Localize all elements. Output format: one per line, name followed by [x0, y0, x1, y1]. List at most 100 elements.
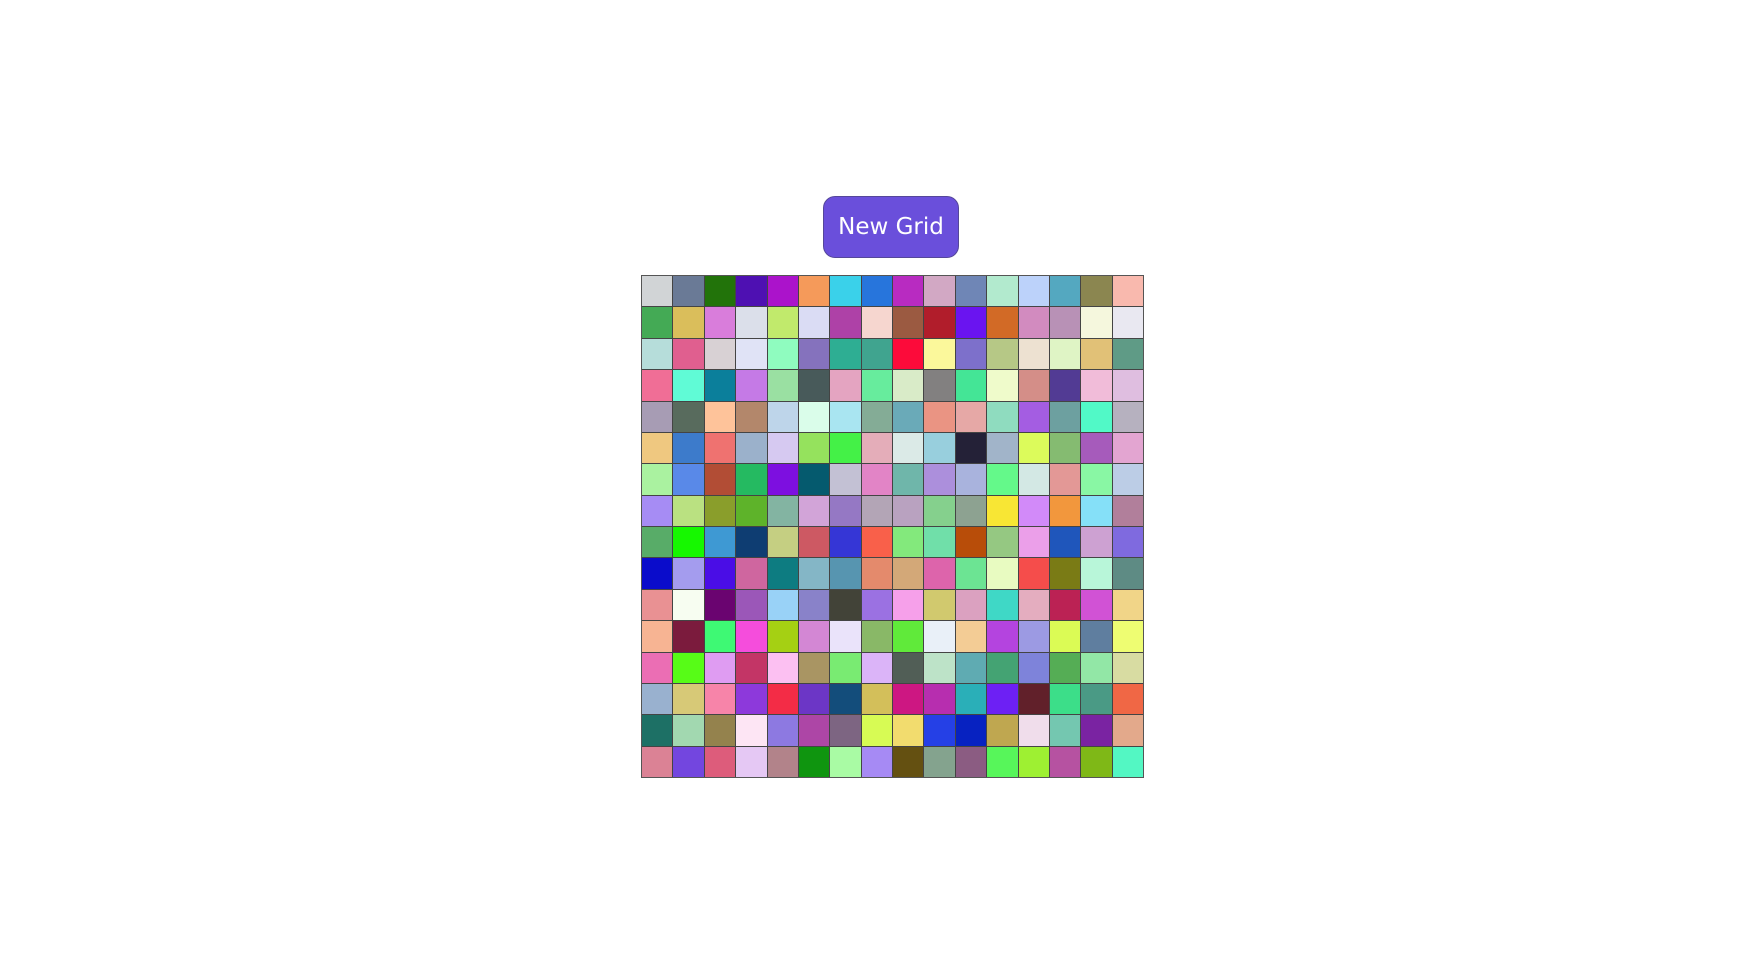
grid-cell[interactable]: [830, 432, 861, 464]
grid-cell[interactable]: [673, 683, 704, 715]
grid-cell[interactable]: [1081, 558, 1112, 589]
grid-cell[interactable]: [673, 715, 704, 746]
grid-cell[interactable]: [924, 307, 955, 338]
grid-cell[interactable]: [987, 621, 1018, 652]
grid-cell[interactable]: [798, 589, 830, 621]
grid-cell[interactable]: [987, 307, 1018, 338]
grid-cell[interactable]: [830, 746, 861, 777]
grid-cell[interactable]: [1018, 652, 1049, 683]
grid-cell[interactable]: [830, 621, 861, 652]
grid-cell[interactable]: [861, 338, 892, 370]
grid-cell[interactable]: [642, 464, 673, 495]
grid-cell[interactable]: [893, 558, 924, 589]
grid-cell[interactable]: [673, 307, 704, 338]
grid-cell[interactable]: [767, 527, 798, 558]
grid-cell[interactable]: [1081, 307, 1112, 338]
grid-cell[interactable]: [1081, 370, 1112, 401]
grid-cell[interactable]: [924, 432, 955, 464]
grid-cell[interactable]: [642, 432, 673, 464]
grid-cell[interactable]: [736, 652, 767, 683]
grid-cell[interactable]: [736, 495, 767, 526]
grid-cell[interactable]: [1018, 558, 1049, 589]
grid-cell[interactable]: [924, 683, 955, 715]
grid-cell[interactable]: [1081, 715, 1112, 746]
grid-cell[interactable]: [893, 746, 924, 777]
grid-cell[interactable]: [830, 589, 861, 621]
grid-cell[interactable]: [642, 715, 673, 746]
grid-cell[interactable]: [987, 464, 1018, 495]
grid-cell[interactable]: [704, 652, 736, 683]
grid-cell[interactable]: [987, 401, 1018, 432]
grid-cell[interactable]: [798, 401, 830, 432]
grid-cell[interactable]: [736, 338, 767, 370]
grid-cell[interactable]: [1112, 432, 1143, 464]
grid-cell[interactable]: [767, 432, 798, 464]
grid-cell[interactable]: [830, 401, 861, 432]
grid-cell[interactable]: [1018, 527, 1049, 558]
grid-cell[interactable]: [924, 401, 955, 432]
grid-cell[interactable]: [798, 432, 830, 464]
grid-cell[interactable]: [830, 338, 861, 370]
grid-cell[interactable]: [924, 276, 955, 307]
grid-cell[interactable]: [704, 621, 736, 652]
grid-cell[interactable]: [1112, 307, 1143, 338]
grid-cell[interactable]: [861, 715, 892, 746]
grid-cell[interactable]: [955, 307, 987, 338]
grid-cell[interactable]: [673, 558, 704, 589]
grid-cell[interactable]: [673, 276, 704, 307]
grid-cell[interactable]: [767, 589, 798, 621]
grid-cell[interactable]: [924, 527, 955, 558]
grid-cell[interactable]: [798, 715, 830, 746]
grid-cell[interactable]: [924, 746, 955, 777]
grid-cell[interactable]: [924, 652, 955, 683]
grid-cell[interactable]: [642, 338, 673, 370]
grid-cell[interactable]: [1018, 683, 1049, 715]
grid-cell[interactable]: [1112, 338, 1143, 370]
grid-cell[interactable]: [1112, 495, 1143, 526]
grid-cell[interactable]: [893, 276, 924, 307]
grid-cell[interactable]: [987, 276, 1018, 307]
grid-cell[interactable]: [1081, 621, 1112, 652]
grid-cell[interactable]: [673, 527, 704, 558]
grid-cell[interactable]: [1081, 401, 1112, 432]
grid-cell[interactable]: [736, 527, 767, 558]
grid-cell[interactable]: [1049, 276, 1081, 307]
grid-cell[interactable]: [642, 495, 673, 526]
grid-cell[interactable]: [893, 432, 924, 464]
grid-cell[interactable]: [1018, 307, 1049, 338]
grid-cell[interactable]: [767, 652, 798, 683]
grid-cell[interactable]: [893, 307, 924, 338]
grid-cell[interactable]: [1112, 527, 1143, 558]
grid-cell[interactable]: [1112, 276, 1143, 307]
grid-cell[interactable]: [798, 276, 830, 307]
grid-cell[interactable]: [736, 370, 767, 401]
grid-cell[interactable]: [893, 527, 924, 558]
grid-cell[interactable]: [1049, 432, 1081, 464]
grid-cell[interactable]: [924, 464, 955, 495]
grid-cell[interactable]: [830, 715, 861, 746]
grid-cell[interactable]: [830, 495, 861, 526]
grid-cell[interactable]: [955, 558, 987, 589]
grid-cell[interactable]: [736, 558, 767, 589]
grid-cell[interactable]: [673, 746, 704, 777]
grid-cell[interactable]: [673, 464, 704, 495]
grid-cell[interactable]: [987, 589, 1018, 621]
grid-cell[interactable]: [704, 338, 736, 370]
grid-cell[interactable]: [767, 464, 798, 495]
grid-cell[interactable]: [924, 370, 955, 401]
grid-cell[interactable]: [736, 464, 767, 495]
grid-cell[interactable]: [830, 558, 861, 589]
grid-cell[interactable]: [704, 276, 736, 307]
new-grid-button[interactable]: New Grid: [823, 196, 959, 258]
grid-cell[interactable]: [1018, 370, 1049, 401]
grid-cell[interactable]: [861, 276, 892, 307]
grid-cell[interactable]: [673, 495, 704, 526]
grid-cell[interactable]: [987, 558, 1018, 589]
grid-cell[interactable]: [704, 589, 736, 621]
grid-cell[interactable]: [1081, 338, 1112, 370]
grid-cell[interactable]: [798, 746, 830, 777]
grid-cell[interactable]: [1112, 558, 1143, 589]
grid-cell[interactable]: [987, 652, 1018, 683]
grid-cell[interactable]: [1081, 746, 1112, 777]
grid-cell[interactable]: [924, 495, 955, 526]
